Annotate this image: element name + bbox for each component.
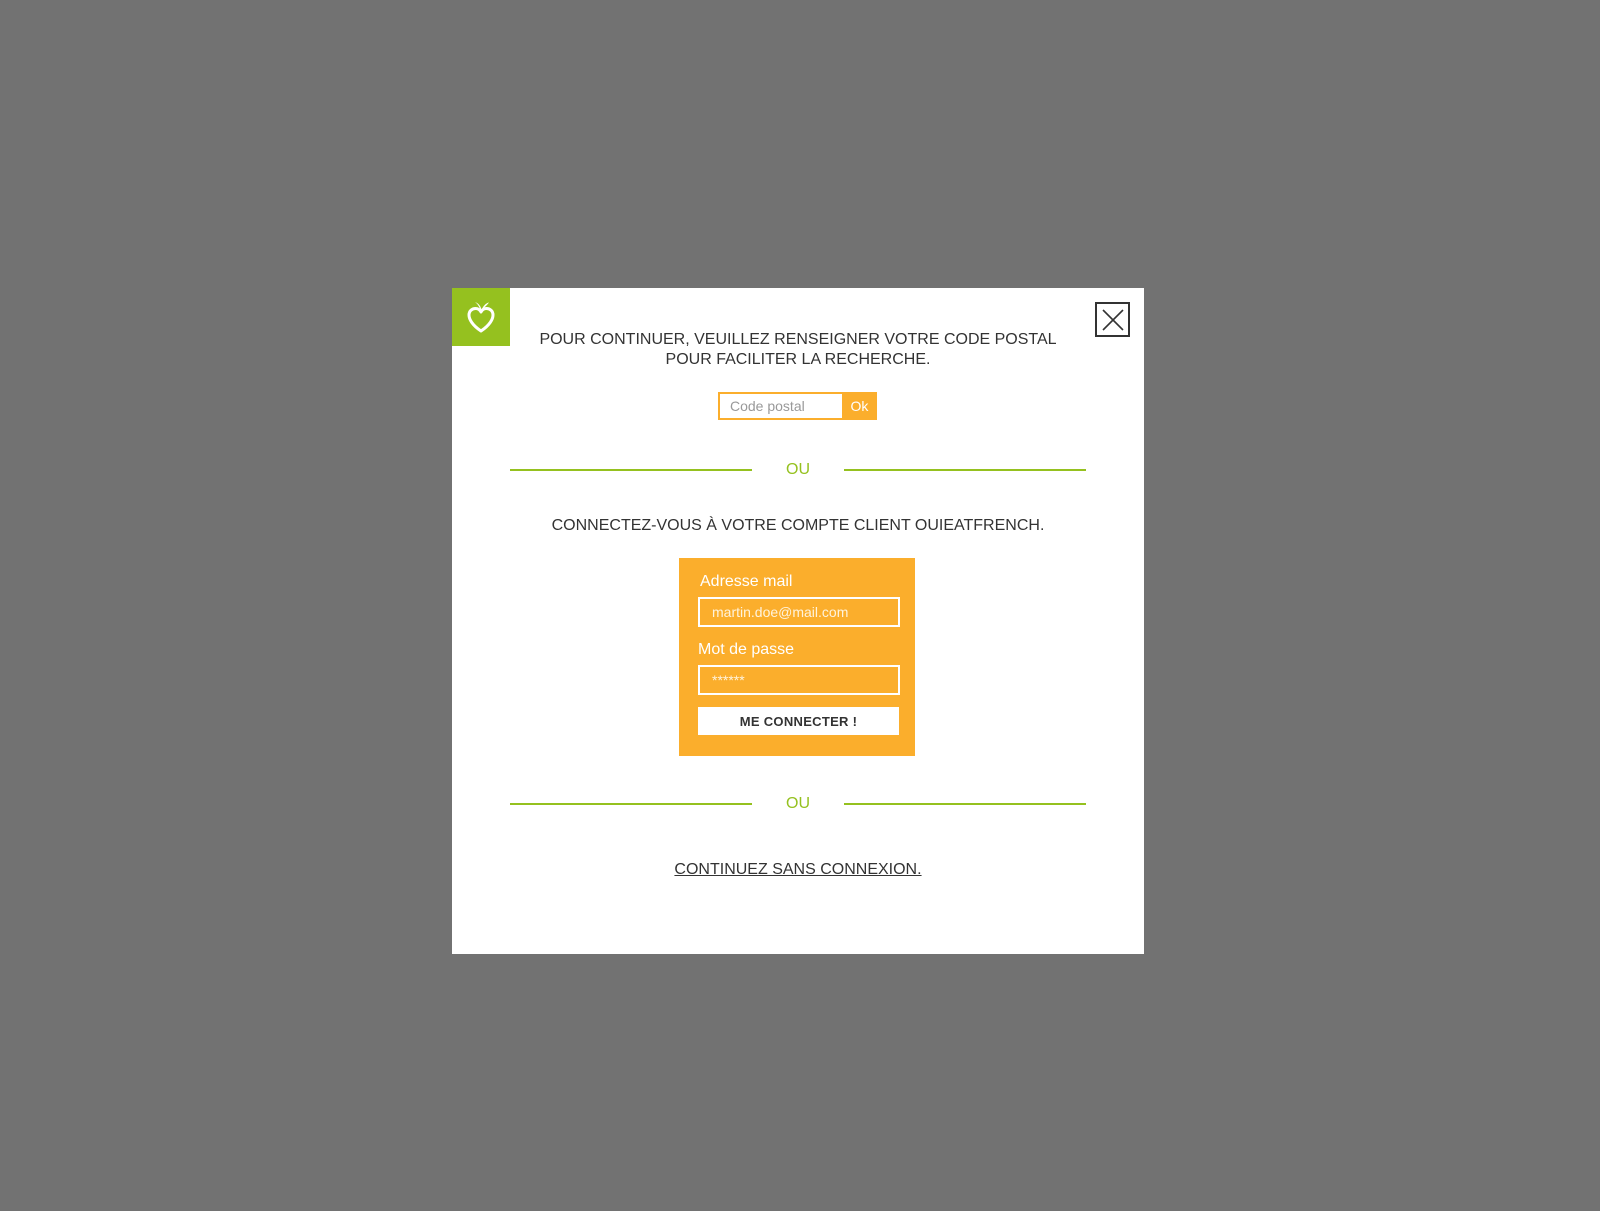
- separator-line: [510, 803, 752, 805]
- postal-form: Ok: [718, 392, 877, 420]
- intro-line-2: POUR FACILITER LA RECHERCHE.: [665, 351, 931, 368]
- separator-line: [844, 469, 1086, 471]
- separator-label: OU: [786, 795, 810, 812]
- continue-without-login-link[interactable]: CONTINUEZ SANS CONNEXION.: [674, 861, 921, 878]
- close-icon: [1101, 308, 1124, 331]
- postal-code-modal: POUR CONTINUER, VEUILLEZ RENSEIGNER VOTR…: [452, 288, 1144, 954]
- email-field[interactable]: [698, 597, 900, 627]
- continue-without-login: CONTINUEZ SANS CONNEXION.: [452, 860, 1144, 880]
- separator-or-2: OU: [510, 794, 1086, 814]
- heart-leaf-icon: [467, 302, 495, 333]
- separator-line: [510, 469, 752, 471]
- postal-ok-button[interactable]: Ok: [842, 392, 877, 420]
- email-label: Adresse mail: [700, 573, 793, 590]
- postal-code-input[interactable]: [718, 392, 842, 420]
- separator-line: [844, 803, 1086, 805]
- login-submit-button[interactable]: ME CONNECTER !: [698, 707, 899, 735]
- postal-instructions: POUR CONTINUER, VEUILLEZ RENSEIGNER VOTR…: [452, 330, 1144, 370]
- account-login-title: CONNECTEZ-VOUS À VOTRE COMPTE CLIENT OUI…: [551, 517, 1045, 534]
- separator-label: OU: [786, 461, 810, 478]
- password-field[interactable]: [698, 665, 900, 695]
- login-form: Adresse mail Mot de passe ME CONNECTER !: [679, 558, 915, 756]
- password-label: Mot de passe: [698, 641, 795, 658]
- intro-line-1: POUR CONTINUER, VEUILLEZ RENSEIGNER VOTR…: [539, 331, 1057, 348]
- separator-or-1: OU: [510, 460, 1086, 480]
